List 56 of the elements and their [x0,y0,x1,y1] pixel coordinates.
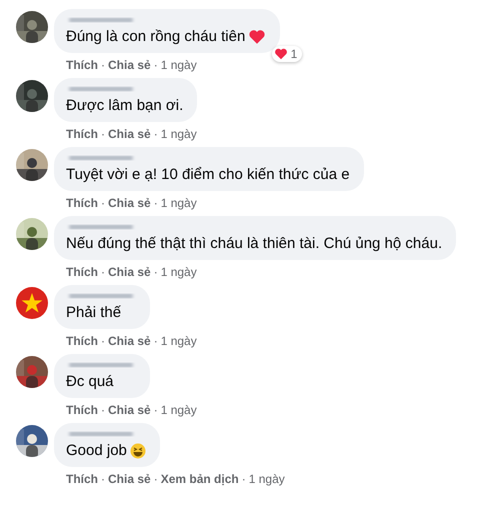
separator-dot: · [154,196,158,210]
blurred-name [66,15,136,25]
reaction-count: 1 [290,47,298,61]
comment-text: Nếu đúng thế thật thì cháu là thiên tài. Chú ủng hộ cháu. [66,234,442,254]
comment-text: Đc quá [66,372,114,392]
heart-icon [248,28,266,46]
comment-time: 1 ngày [160,265,197,279]
action-link[interactable]: Xem bản dịch [160,472,239,486]
blurred-name [66,222,136,232]
comment-time: 1 ngày [160,58,197,72]
action-link[interactable]: Thích [66,403,98,417]
action-link[interactable]: Thích [66,58,98,72]
action-link[interactable]: Thích [66,127,98,141]
comment-time: 1 ngày [160,334,197,348]
blurred-name [66,429,136,439]
comment-time: 1 ngày [160,127,197,141]
blurred-name [66,360,136,370]
separator-dot: · [154,403,158,417]
separator-dot: · [101,334,105,348]
separator-dot: · [154,265,158,279]
blurred-name [66,84,136,94]
separator-dot: · [101,403,105,417]
separator-dot: · [242,472,246,486]
action-link[interactable]: Thích [66,472,98,486]
reaction-badge[interactable]: 1 [272,46,302,62]
action-link[interactable]: Thích [66,334,98,348]
separator-dot: · [101,472,105,486]
comment-time: 1 ngày [160,403,197,417]
action-link[interactable]: Chia sẻ [108,334,151,348]
action-link[interactable]: Chia sẻ [108,265,151,279]
separator-dot: · [101,127,105,141]
comment-text: Được lâm bạn ơi. [66,96,184,116]
heart-icon [274,47,288,61]
comment-time: 1 ngày [160,196,197,210]
comment-text: Tuyệt vời e ạ! 10 điểm cho kiến thức của e [66,165,350,185]
separator-dot: · [154,472,158,486]
laughing-emoji-icon [130,443,146,459]
separator-dot: · [154,58,158,72]
action-link[interactable]: Thích [66,196,98,210]
separator-dot: · [101,265,105,279]
action-link[interactable]: Chia sẻ [108,472,151,486]
comment-text: Đúng là con rồng cháu tiên [66,27,246,47]
blurred-name [66,291,136,301]
action-link[interactable]: Chia sẻ [108,403,151,417]
action-link[interactable]: Chia sẻ [108,58,151,72]
action-link[interactable]: Chia sẻ [108,127,151,141]
separator-dot: · [101,196,105,210]
action-link[interactable]: Chia sẻ [108,196,151,210]
blurred-name [66,153,136,163]
comment-text: Good job [66,441,127,461]
comment-time: 1 ngày [248,472,285,486]
separator-dot: · [154,334,158,348]
separator-dot: · [154,127,158,141]
comment-text: Phải thế [66,303,122,323]
action-link[interactable]: Thích [66,265,98,279]
separator-dot: · [101,58,105,72]
